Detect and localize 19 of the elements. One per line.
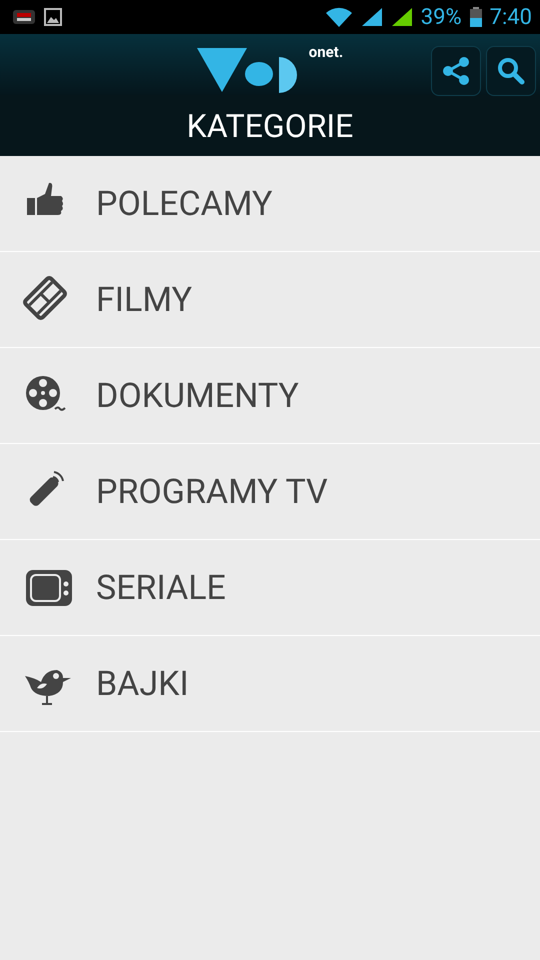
search-icon	[496, 56, 526, 86]
logo-text: onet.	[308, 42, 344, 60]
signal-icon	[360, 7, 383, 27]
page-title: KATEGORIE	[186, 106, 354, 144]
battery-percentage: 39%	[420, 4, 462, 30]
category-item[interactable]: POLECAMY	[0, 156, 540, 252]
wifi-icon	[324, 7, 353, 27]
clock: 7:40	[490, 4, 532, 30]
category-item[interactable]: DOKUMENTY	[0, 348, 540, 444]
category-item[interactable]: BAJKI	[0, 636, 540, 732]
search-button[interactable]	[486, 46, 536, 96]
category-item[interactable]: FILMY	[0, 252, 540, 348]
image-icon	[44, 8, 62, 26]
share-button[interactable]	[431, 46, 481, 96]
category-item[interactable]: SERIALE	[0, 540, 540, 636]
battery-icon	[470, 7, 482, 27]
share-icon	[441, 56, 471, 86]
category-item[interactable]: PROGRAMY TV	[0, 444, 540, 540]
signal-icon	[390, 7, 413, 27]
